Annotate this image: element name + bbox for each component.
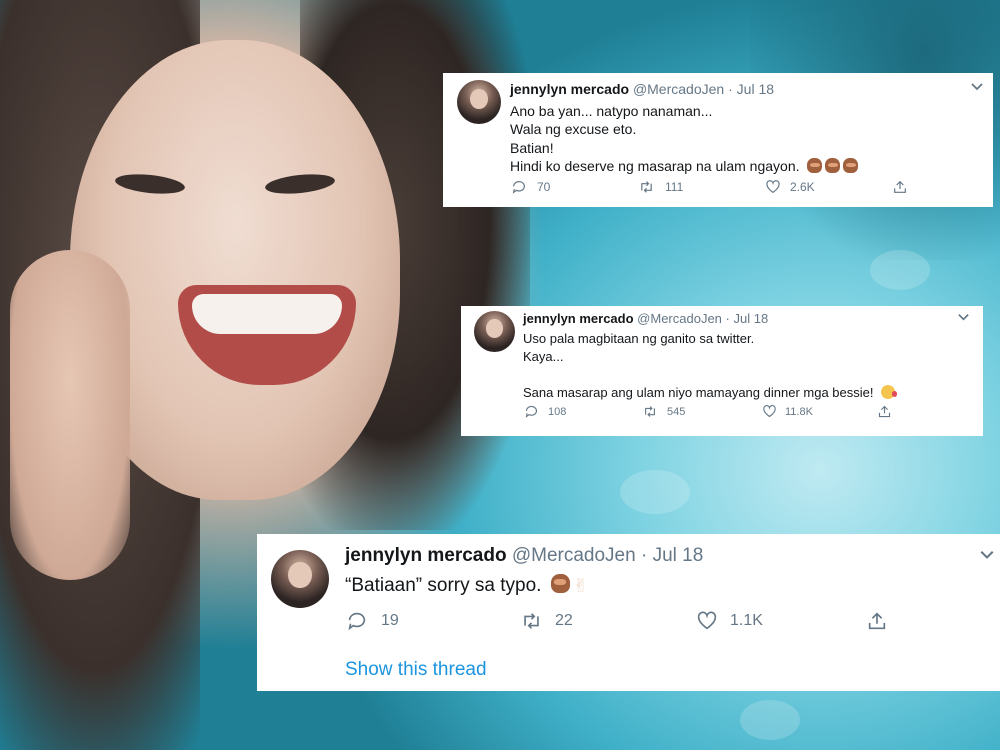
avatar[interactable] xyxy=(474,311,515,352)
author-handle[interactable]: @MercadoJen xyxy=(633,81,724,97)
retweet-button[interactable]: 545 xyxy=(642,404,762,419)
tweet-card[interactable]: jennylyn mercado @MercadoJen · Jul 18 “B… xyxy=(257,534,1000,691)
tweet-text: “Batiaan” sorry sa typo. ✌ xyxy=(345,573,589,599)
share-button[interactable] xyxy=(877,404,892,419)
tweet-actions: 19 22 1.1K xyxy=(346,610,888,632)
reply-icon xyxy=(348,612,366,631)
author-name[interactable]: jennylyn mercado xyxy=(345,545,507,566)
tweet-text: Uso pala magbitaan ng ganito sa twitter.… xyxy=(523,330,898,402)
tweet-actions: 108 545 11.8K xyxy=(524,404,892,419)
tweet-line: Batian! xyxy=(510,139,554,156)
share-icon xyxy=(868,612,886,630)
author-name[interactable]: jennylyn mercado xyxy=(523,311,634,326)
retweet-icon xyxy=(641,181,652,193)
like-count: 11.8K xyxy=(785,405,813,418)
reply-count: 19 xyxy=(381,612,399,629)
like-button[interactable]: 1.1K xyxy=(696,610,866,632)
tweet-header: jennylyn mercado @MercadoJen · Jul 18 xyxy=(510,81,774,97)
author-name[interactable]: jennylyn mercado xyxy=(510,81,629,97)
hand xyxy=(10,250,130,580)
reply-count: 108 xyxy=(548,405,567,418)
separator: · xyxy=(725,311,730,326)
reply-icon xyxy=(525,405,538,418)
share-button[interactable] xyxy=(892,179,908,195)
see-no-evil-monkey-icon xyxy=(550,574,570,593)
heart-icon xyxy=(766,180,780,194)
chevron-down-icon[interactable] xyxy=(970,79,984,98)
tweet-line: “Batiaan” sorry sa typo. ✌ xyxy=(345,573,589,599)
tweet-text: Ano ba yan... natypo nanaman... Wala ng … xyxy=(510,102,861,176)
share-icon xyxy=(894,180,906,193)
decor-bubble xyxy=(870,250,930,290)
retweet-count: 22 xyxy=(555,612,573,629)
tweet-date[interactable]: Jul 18 xyxy=(737,81,774,97)
show-thread-link[interactable]: Show this thread xyxy=(345,659,487,681)
tweet-line: Sana masarap ang ulam niyo mamayang dinn… xyxy=(523,384,898,402)
tweet-line: Uso pala magbitaan ng ganito sa twitter. xyxy=(523,331,755,346)
tweet-line: Wala ng excuse eto. xyxy=(510,121,637,138)
heart-icon xyxy=(763,405,776,418)
tweet-date[interactable]: Jul 18 xyxy=(734,311,769,326)
share-button[interactable] xyxy=(866,610,888,632)
chevron-down-icon[interactable] xyxy=(957,310,970,328)
tweet-card[interactable]: jennylyn mercado @MercadoJen · Jul 18 Us… xyxy=(461,306,983,436)
author-handle[interactable]: @MercadoJen xyxy=(512,545,636,566)
share-icon xyxy=(878,405,891,418)
reply-count: 70 xyxy=(537,180,551,194)
retweet-button[interactable]: 111 xyxy=(638,179,765,195)
see-no-evil-monkey-icon xyxy=(807,158,861,174)
tweet-header: jennylyn mercado @MercadoJen · Jul 18 xyxy=(345,545,703,567)
tweet-line: Hindi ko deserve ng masarap na ulam ngay… xyxy=(510,157,861,175)
teeth xyxy=(192,294,342,334)
smiling-face-with-hearts-icon xyxy=(881,384,898,399)
victory-hand-icon: ✌ xyxy=(572,576,589,597)
decor-bubble xyxy=(740,700,800,740)
like-count: 2.6K xyxy=(790,180,815,194)
tweet-header: jennylyn mercado @MercadoJen · Jul 18 xyxy=(523,311,768,326)
like-button[interactable]: 11.8K xyxy=(762,404,877,419)
tweet-line: Ano ba yan... natypo nanaman... xyxy=(510,103,713,119)
retweet-button[interactable]: 22 xyxy=(520,610,696,632)
reply-icon xyxy=(512,181,525,194)
retweet-icon xyxy=(524,613,539,629)
reply-button[interactable]: 70 xyxy=(511,179,638,195)
author-handle[interactable]: @MercadoJen xyxy=(637,311,722,326)
reply-button[interactable]: 19 xyxy=(346,610,520,632)
heart-icon xyxy=(697,611,717,630)
retweet-count: 545 xyxy=(667,405,686,418)
separator: · xyxy=(728,81,733,97)
retweet-count: 111 xyxy=(665,180,684,194)
tweet-card[interactable]: jennylyn mercado @MercadoJen · Jul 18 An… xyxy=(443,73,993,207)
tweet-line: Kaya... xyxy=(523,348,564,364)
tweet-date[interactable]: Jul 18 xyxy=(653,545,704,566)
like-button[interactable]: 2.6K xyxy=(765,179,892,195)
decor-bubble xyxy=(620,470,690,514)
avatar[interactable] xyxy=(457,80,501,124)
like-count: 1.1K xyxy=(730,612,763,629)
avatar[interactable] xyxy=(271,550,329,608)
tweet-line xyxy=(523,366,895,384)
chevron-down-icon[interactable] xyxy=(979,546,995,567)
retweet-icon xyxy=(645,406,655,417)
reply-button[interactable]: 108 xyxy=(524,404,642,419)
separator: · xyxy=(640,545,648,566)
tweet-actions: 70 111 2.6K xyxy=(511,179,908,195)
